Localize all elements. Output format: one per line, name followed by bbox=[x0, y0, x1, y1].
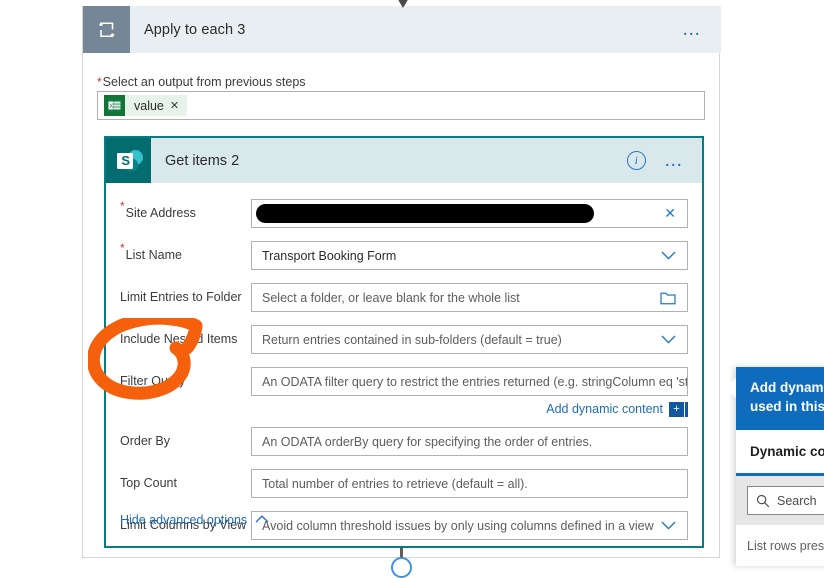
field-value-list-name: Transport Booking Form bbox=[262, 248, 397, 263]
remove-token-icon[interactable]: ✕ bbox=[170, 99, 187, 112]
field-label-list-name: *List Name bbox=[120, 241, 182, 270]
field-input-limit-columns-by-view[interactable]: Avoid column threshold issues by only us… bbox=[251, 511, 688, 540]
chevron-down-icon[interactable] bbox=[661, 521, 676, 530]
field-input-limit-entries-to-folder[interactable]: Select a folder, or leave blank for the … bbox=[251, 283, 688, 312]
field-row-top-count: Top Count Total number of entries to ret… bbox=[106, 469, 702, 498]
field-row-list-name: *List Name Transport Booking Form bbox=[106, 241, 702, 270]
field-input-top-count[interactable]: Total number of entries to retrieve (def… bbox=[251, 469, 688, 498]
search-icon bbox=[756, 494, 770, 508]
field-label-order-by: Order By bbox=[120, 434, 171, 448]
get-items-header-actions: i … bbox=[626, 151, 702, 170]
outgoing-connector-node[interactable] bbox=[391, 557, 412, 578]
hide-advanced-options-button[interactable]: Hide advanced options bbox=[120, 513, 269, 527]
field-row-site-address: *Site Address ✕ bbox=[106, 199, 702, 228]
dynamic-token-label: value bbox=[134, 98, 164, 113]
field-row-filter-query: Filter Query An ODATA filter query to re… bbox=[106, 367, 702, 396]
flyout-banner: Add dynamic c used in this flo bbox=[736, 367, 824, 430]
select-output-input[interactable]: X value ✕ bbox=[97, 91, 705, 120]
field-label-include-nested-items: Include Nested Items bbox=[120, 332, 238, 346]
field-placeholder-include-nested-items: Return entries contained in sub-folders … bbox=[262, 332, 562, 347]
apply-to-each-header[interactable]: Apply to each 3 … bbox=[83, 6, 721, 53]
get-items-title: Get items 2 bbox=[165, 152, 240, 169]
search-input[interactable]: Search bbox=[747, 486, 824, 515]
add-dynamic-content-label: Add dynamic content bbox=[546, 402, 663, 416]
flyout-search-area: Search bbox=[736, 476, 824, 525]
clear-icon[interactable]: ✕ bbox=[664, 205, 676, 222]
dynamic-content-flyout[interactable]: Add dynamic c used in this flo Dynamic c… bbox=[726, 367, 824, 566]
loop-icon bbox=[83, 6, 130, 53]
field-input-order-by[interactable]: An ODATA orderBy query for specifying th… bbox=[251, 427, 688, 456]
chevron-down-icon[interactable] bbox=[661, 335, 676, 344]
info-icon[interactable]: i bbox=[626, 151, 646, 170]
dynamic-token-value[interactable]: X value ✕ bbox=[104, 95, 188, 116]
field-placeholder-order-by: An ODATA orderBy query for specifying th… bbox=[262, 434, 593, 449]
folder-icon[interactable] bbox=[660, 291, 676, 305]
add-dynamic-content-button[interactable]: Add dynamic content + bbox=[251, 399, 688, 419]
field-placeholder-limit-columns-by-view: Avoid column threshold issues by only us… bbox=[262, 518, 654, 533]
apply-to-each-menu-button[interactable]: … bbox=[682, 20, 703, 39]
field-label-limit-entries-to-folder: Limit Entries to Folder bbox=[120, 290, 242, 304]
field-placeholder-top-count: Total number of entries to retrieve (def… bbox=[262, 476, 528, 491]
chevron-up-icon bbox=[255, 514, 269, 526]
svg-text:X: X bbox=[109, 104, 113, 110]
field-label-site-address: *Site Address bbox=[120, 199, 196, 228]
field-label-list-name-text: List Name bbox=[125, 248, 182, 262]
plus-icon[interactable]: + bbox=[669, 401, 684, 417]
get-items-menu-button[interactable]: … bbox=[664, 151, 685, 170]
flyout-beak-icon bbox=[726, 378, 736, 398]
chevron-down-icon[interactable] bbox=[661, 251, 676, 260]
flow-designer-canvas: Apply to each 3 … *Select an output from… bbox=[0, 0, 824, 578]
field-input-filter-query[interactable]: An ODATA filter query to restrict the en… bbox=[251, 367, 688, 396]
field-placeholder-filter-query: An ODATA filter query to restrict the en… bbox=[262, 374, 687, 389]
sharepoint-icon: S bbox=[106, 138, 151, 183]
select-output-label: *Select an output from previous steps bbox=[97, 75, 306, 90]
search-placeholder: Search bbox=[777, 493, 817, 508]
field-input-list-name[interactable]: Transport Booking Form bbox=[251, 241, 688, 270]
required-marker: * bbox=[120, 241, 125, 255]
field-row-limit-entries-to-folder: Limit Entries to Folder Select a folder,… bbox=[106, 283, 702, 312]
required-marker: * bbox=[97, 75, 102, 89]
add-dynamic-content-bar bbox=[685, 401, 688, 417]
svg-text:S: S bbox=[121, 153, 130, 168]
field-label-filter-query: Filter Query bbox=[120, 374, 186, 388]
get-items-card[interactable]: S Get items 2 i … *Site Address ✕ *List … bbox=[104, 136, 704, 548]
field-label-site-address-text: Site Address bbox=[125, 206, 196, 220]
field-placeholder-limit-entries-to-folder: Select a folder, or leave blank for the … bbox=[262, 290, 520, 305]
excel-icon: X bbox=[104, 95, 125, 116]
field-row-order-by: Order By An ODATA orderBy query for spec… bbox=[106, 427, 702, 456]
required-marker: * bbox=[120, 199, 125, 213]
field-label-top-count: Top Count bbox=[120, 476, 177, 490]
flyout-banner-line-2: used in this flo bbox=[750, 399, 824, 414]
apply-to-each-title: Apply to each 3 bbox=[144, 21, 246, 38]
field-input-site-address[interactable]: ✕ bbox=[251, 199, 688, 228]
field-input-include-nested-items[interactable]: Return entries contained in sub-folders … bbox=[251, 325, 688, 354]
flyout-banner-line-1: Add dynamic c bbox=[750, 380, 824, 395]
dynamic-content-group-header: List rows prese bbox=[747, 539, 824, 553]
hide-advanced-options-label: Hide advanced options bbox=[120, 513, 248, 527]
tab-dynamic-content[interactable]: Dynamic cont bbox=[736, 430, 824, 473]
get-items-header[interactable]: S Get items 2 i … bbox=[106, 138, 702, 183]
get-items-body: *Site Address ✕ *List Name Transport Boo… bbox=[106, 183, 702, 548]
select-output-label-text: Select an output from previous steps bbox=[102, 75, 306, 89]
redaction-overlay bbox=[256, 204, 594, 223]
field-row-include-nested-items: Include Nested Items Return entries cont… bbox=[106, 325, 702, 354]
incoming-connector-arrow-icon bbox=[398, 0, 408, 8]
